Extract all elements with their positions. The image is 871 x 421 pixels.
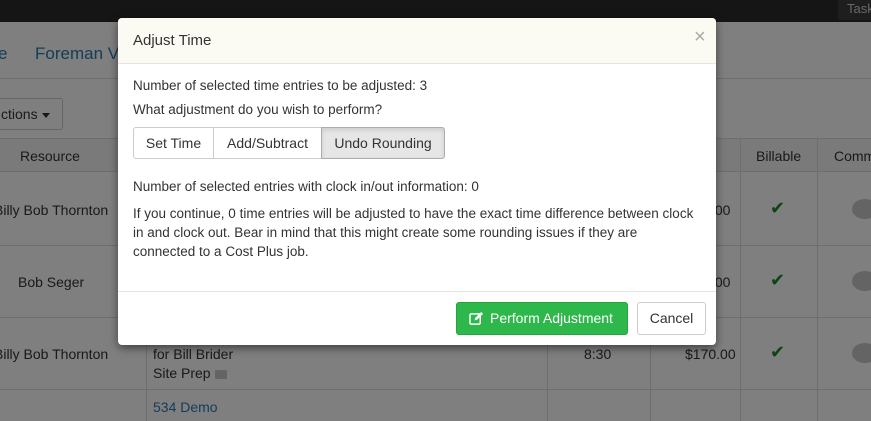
perform-adjustment-button[interactable]: Perform Adjustment bbox=[456, 302, 628, 335]
warning-text: If you continue, 0 time entries will be … bbox=[133, 206, 694, 259]
modal-title: Adjust Time bbox=[133, 32, 212, 49]
undo-rounding-button[interactable]: Undo Rounding bbox=[321, 127, 445, 159]
adjustment-type-group: Set Time Add/Subtract Undo Rounding bbox=[133, 127, 445, 159]
modal-header: Adjust Time × bbox=[118, 18, 716, 64]
cancel-button[interactable]: Cancel bbox=[637, 302, 706, 335]
adjust-time-modal: Adjust Time × Number of selected time en… bbox=[118, 18, 716, 345]
modal-footer: Perform Adjustment Cancel bbox=[118, 291, 716, 345]
add-subtract-button[interactable]: Add/Subtract bbox=[213, 127, 322, 159]
clock-info-text: Number of selected entries with clock in… bbox=[133, 179, 479, 194]
perform-adjustment-label: Perform Adjustment bbox=[490, 310, 613, 326]
adjustment-question: What adjustment do you wish to perform? bbox=[133, 102, 383, 117]
close-icon[interactable]: × bbox=[694, 27, 706, 47]
set-time-button[interactable]: Set Time bbox=[133, 127, 214, 159]
selected-count-text: Number of selected time entries to be ad… bbox=[133, 78, 428, 93]
edit-icon bbox=[469, 311, 484, 325]
